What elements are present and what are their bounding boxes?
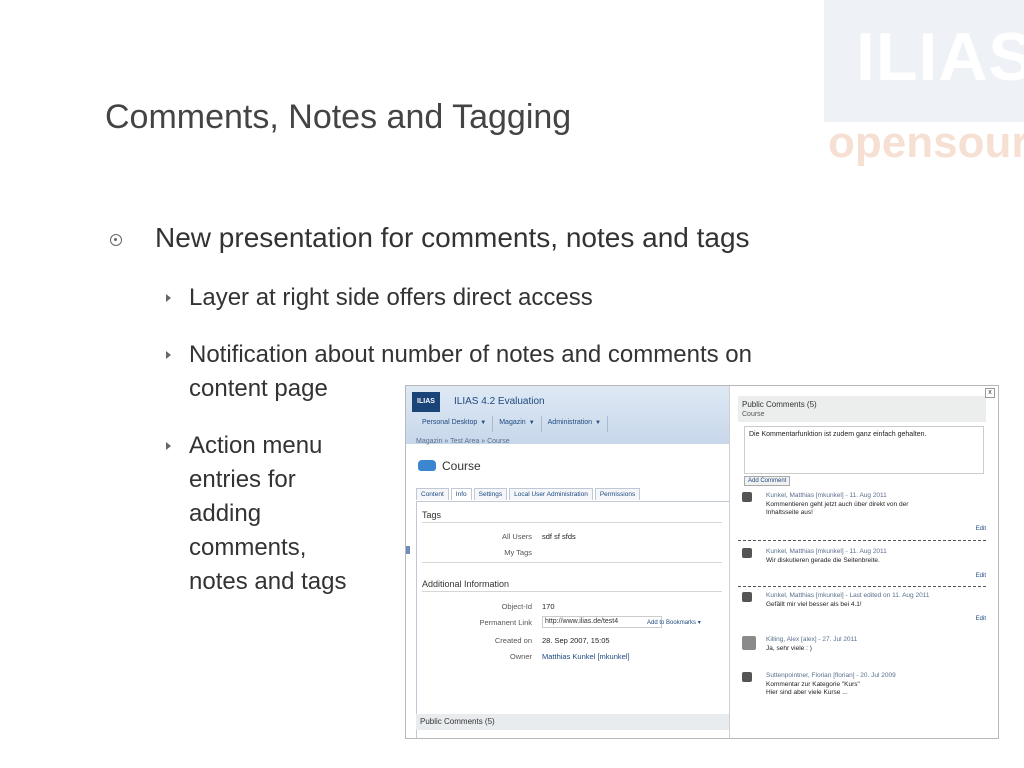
edit-link[interactable]: Edit	[976, 526, 986, 532]
comment-item: Kunkel, Matthias [mkunkel] - 11. Aug 201…	[738, 548, 986, 580]
app-logo: ILIAS	[412, 392, 440, 412]
comment-item: Kunkel, Matthias [mkunkel] - 11. Aug 201…	[738, 492, 986, 532]
tags-section-header: Tags	[422, 510, 442, 520]
comment-text: Kommentieren geht jetzt auch über direkt…	[766, 501, 909, 508]
main-menu: Personal Desktop ▼ Magazin ▼ Administratio…	[416, 416, 608, 432]
avatar	[742, 636, 756, 650]
menu-administration[interactable]: Administration ▼	[542, 416, 608, 432]
page-title: Course	[442, 459, 481, 473]
avatar	[742, 548, 752, 558]
comments-layer-title: Public Comments (5)	[742, 400, 817, 409]
divider	[422, 591, 722, 592]
comment-text: Wir diskutieren gerade die Seitenbreite.	[766, 557, 880, 564]
slide-title: Comments, Notes and Tagging	[105, 98, 572, 136]
bullet-item: notes and tags	[189, 568, 347, 595]
add-to-bookmarks-link[interactable]: Add to Bookmarks ▾	[647, 619, 701, 626]
chevron-down-icon: ▼	[528, 420, 535, 426]
owner-link[interactable]: Matthias Kunkel [mkunkel]	[542, 652, 630, 661]
comment-meta: Kunkel, Matthias [mkunkel] - 11. Aug 201…	[766, 492, 887, 499]
additional-info-header: Additional Information	[422, 579, 510, 589]
bullet-main: New presentation for comments, notes and…	[155, 222, 750, 253]
tab-info[interactable]: Info	[450, 488, 472, 500]
edit-link[interactable]: Edit	[976, 616, 986, 622]
bullet-item: entries for	[189, 466, 296, 493]
all-users-tags: sdf sf sfds	[542, 532, 576, 541]
opensource-logo-text: opensour	[828, 118, 1024, 167]
close-icon[interactable]: x	[985, 388, 995, 398]
comment-meta: Suttenpointner, Florian [florian] - 20. …	[766, 672, 896, 679]
chevron-down-icon: ▼	[480, 420, 487, 426]
avatar	[742, 672, 752, 682]
bullet-icon	[110, 234, 122, 246]
comment-item: Killing, Alex [alex] - 27. Jul 2011 Ja, …	[738, 636, 986, 662]
owner-label: Owner	[509, 652, 532, 661]
menu-label: Personal Desktop	[422, 419, 478, 426]
ilias-logo-text: ILIAS	[856, 19, 1024, 95]
comments-layer-header: Public Comments (5) Course	[738, 396, 986, 422]
comments-layer-subtitle: Course	[742, 411, 765, 418]
comments-side-layer: Public Comments (5) Course x Die Komment…	[729, 386, 998, 738]
menu-label: Magazin	[499, 419, 526, 426]
my-tags-label: My Tags	[504, 548, 532, 557]
edit-link[interactable]: Edit	[976, 573, 986, 579]
divider	[422, 522, 722, 523]
app-header: ILIAS ILIAS 4.2 Evaluation Personal Desk…	[406, 386, 729, 444]
object-id-label: Object-Id	[501, 602, 532, 611]
tab-settings[interactable]: Settings	[473, 488, 508, 500]
object-id-value: 170	[542, 602, 555, 611]
comment-textarea[interactable]: Die Kommentarfunktion ist zudem ganz ein…	[744, 426, 984, 474]
comment-text: Inhaltsseite aus!	[766, 509, 813, 516]
tab-permissions[interactable]: Permissions	[594, 488, 641, 500]
divider	[738, 540, 986, 541]
created-on-label: Created on	[494, 636, 532, 645]
tab-local-user-administration[interactable]: Local User Administration	[509, 488, 593, 500]
bullet-item: adding	[189, 500, 262, 527]
bullet-arrow-icon	[166, 294, 171, 302]
menu-personal-desktop[interactable]: Personal Desktop ▼	[416, 416, 494, 432]
comment-item: Suttenpointner, Florian [florian] - 20. …	[738, 672, 986, 702]
public-comments-bar[interactable]: Public Comments (5)	[416, 714, 729, 730]
bullet-arrow-icon	[166, 351, 171, 359]
comment-meta: Killing, Alex [alex] - 27. Jul 2011	[766, 636, 858, 643]
divider	[738, 586, 986, 587]
bullet-item: comments,	[189, 534, 307, 561]
divider	[422, 562, 722, 563]
created-on-value: 28. Sep 2007, 15:05	[542, 636, 610, 645]
permanent-link-label: Permanent Link	[479, 618, 532, 627]
main-pane: ILIAS ILIAS 4.2 Evaluation Personal Desk…	[406, 386, 730, 738]
tab-bar: Content Info Settings Local User Adminis…	[416, 488, 642, 500]
comment-item: Kunkel, Matthias [mkunkel] - Last edited…	[738, 592, 986, 624]
avatar	[742, 592, 752, 602]
menu-label: Administration	[547, 419, 592, 426]
comment-text: Hier sind aber viele Kurse ...	[766, 689, 848, 696]
add-comment-button[interactable]: Add Comment	[744, 476, 791, 486]
bullet-item: content page	[189, 375, 328, 402]
breadcrumb[interactable]: Magazin » Test Area » Course	[416, 438, 510, 445]
comment-text: Ja, sehr viele : )	[766, 645, 812, 652]
menu-magazin[interactable]: Magazin ▼	[493, 416, 542, 432]
collapse-handle[interactable]	[406, 546, 410, 554]
comment-meta: Kunkel, Matthias [mkunkel] - 11. Aug 201…	[766, 548, 887, 555]
comment-meta: Kunkel, Matthias [mkunkel] - Last edited…	[766, 592, 930, 599]
bullet-item: Layer at right side offers direct access	[189, 284, 593, 311]
ilias-screenshot: ILIAS ILIAS 4.2 Evaluation Personal Desk…	[405, 385, 999, 739]
bullet-arrow-icon	[166, 442, 171, 450]
chevron-down-icon: ▼	[595, 420, 601, 426]
comment-text: Gefällt mir viel besser als bei 4.1!	[766, 601, 862, 608]
permanent-link-field[interactable]: http://www.ilias.de/test4	[542, 616, 662, 628]
avatar	[742, 492, 752, 502]
bullet-item: Notification about number of notes and c…	[189, 341, 752, 368]
comment-text: Kommentar zur Kategorie "Kurs"	[766, 681, 860, 688]
course-folder-icon	[418, 460, 436, 471]
tab-content[interactable]: Content	[416, 488, 449, 500]
app-title: ILIAS 4.2 Evaluation	[454, 396, 545, 407]
info-content: Tags All Users sdf sf sfds My Tags Addit…	[416, 501, 730, 738]
all-users-label: All Users	[501, 532, 532, 541]
bullet-item: Action menu	[189, 432, 323, 459]
